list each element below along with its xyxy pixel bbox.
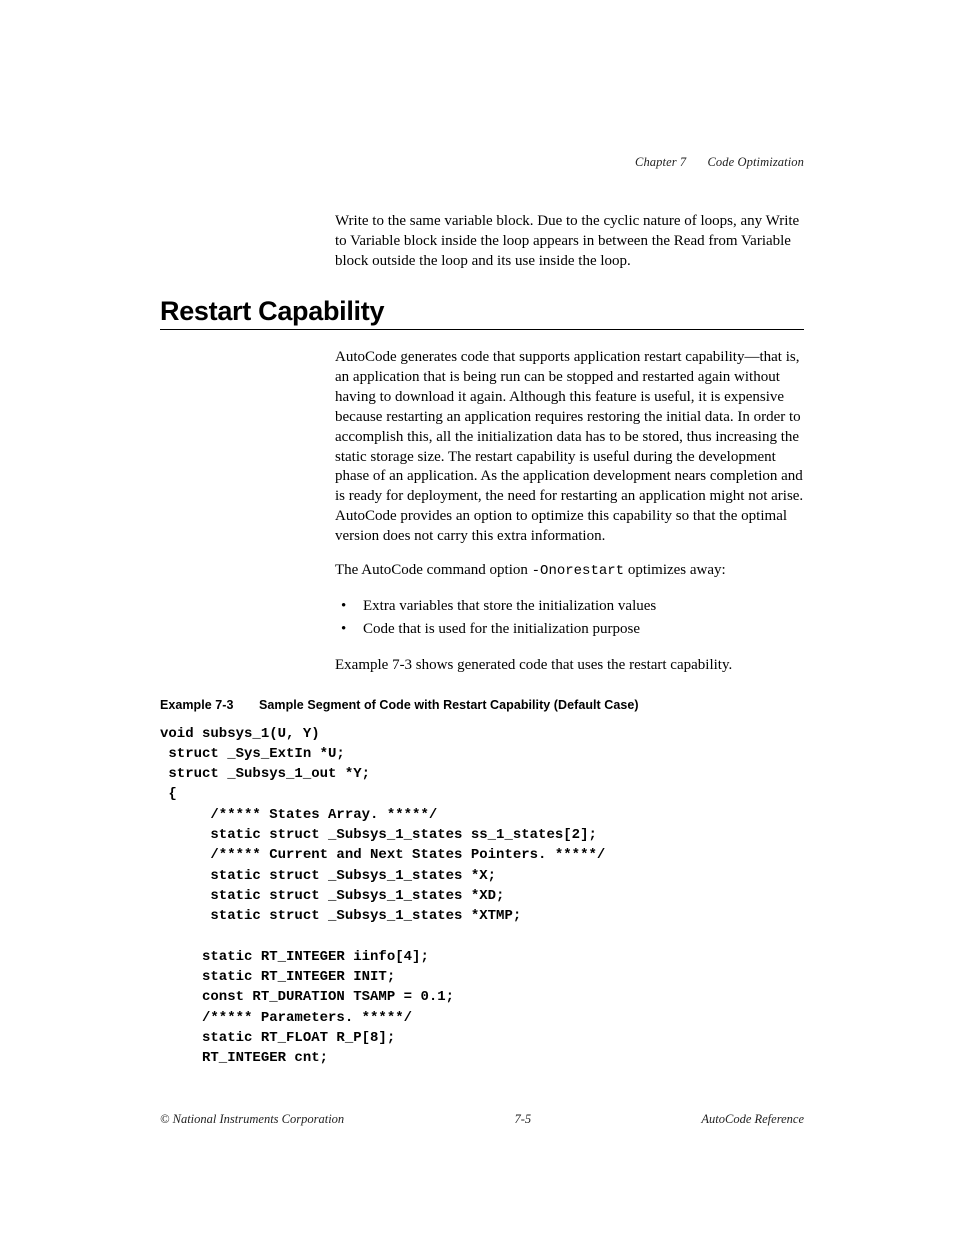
example-number: Example 7-3 <box>160 698 234 712</box>
code-block: void subsys_1(U, Y) struct _Sys_ExtIn *U… <box>160 724 804 1069</box>
list-item: Extra variables that store the initializ… <box>363 595 804 618</box>
para2-post: optimizes away: <box>624 562 726 578</box>
example-title: Sample Segment of Code with Restart Capa… <box>259 698 639 712</box>
chapter-number: Chapter 7 <box>635 155 686 169</box>
footer: © National Instruments Corporation 7-5 A… <box>160 1112 804 1127</box>
section-heading: Restart Capability <box>160 296 804 327</box>
body-paragraph-3: Example 7-3 shows generated code that us… <box>335 656 804 676</box>
section-rule <box>160 329 804 330</box>
example-caption: Example 7-3 Sample Segment of Code with … <box>160 698 804 712</box>
inline-code-onorestart: -Onorestart <box>532 563 624 579</box>
body-paragraph-1: AutoCode generates code that supports ap… <box>335 348 804 547</box>
page: Chapter 7 Code Optimization Write to the… <box>0 0 954 1069</box>
body-paragraph-2: The AutoCode command option -Onorestart … <box>335 561 804 581</box>
running-header: Chapter 7 Code Optimization <box>160 155 804 170</box>
footer-left: © National Instruments Corporation <box>160 1112 344 1127</box>
chapter-title: Code Optimization <box>708 155 805 169</box>
optimize-list: Extra variables that store the initializ… <box>335 595 804 642</box>
list-item: Code that is used for the initialization… <box>363 618 804 641</box>
para2-pre: The AutoCode command option <box>335 562 532 578</box>
footer-right: AutoCode Reference <box>701 1112 804 1127</box>
intro-paragraph: Write to the same variable block. Due to… <box>335 212 804 272</box>
footer-page-number: 7-5 <box>514 1112 531 1127</box>
